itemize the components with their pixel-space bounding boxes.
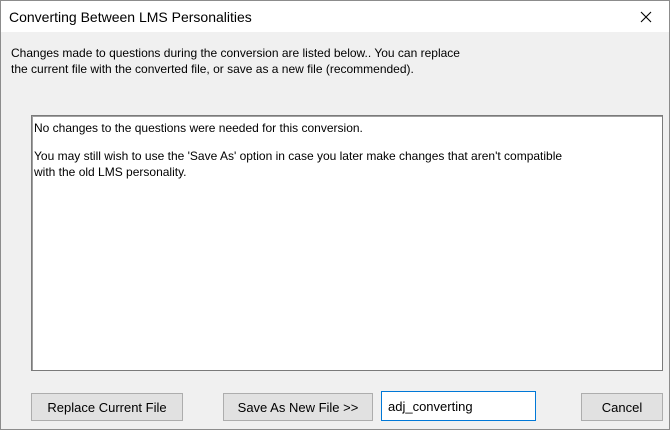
cancel-button[interactable]: Cancel [581, 393, 663, 421]
changes-message-line: No changes to the questions were needed … [34, 121, 363, 135]
dialog-title: Converting Between LMS Personalities [9, 9, 252, 25]
close-button[interactable] [623, 1, 669, 32]
instructions-line: Changes made to questions during the con… [11, 46, 460, 60]
save-as-new-file-button[interactable]: Save As New File >> [223, 393, 373, 421]
instructions-line: the current file with the converted file… [11, 62, 414, 76]
save-as-advice: You may still wish to use the 'Save As' … [34, 148, 660, 180]
replace-current-file-button[interactable]: Replace Current File [31, 393, 183, 421]
changes-message: No changes to the questions were needed … [34, 120, 660, 136]
instructions-text: Changes made to questions during the con… [11, 45, 631, 77]
new-filename-input[interactable] [381, 391, 536, 421]
save-as-advice-line: You may still wish to use the 'Save As' … [34, 149, 563, 163]
close-icon [640, 11, 652, 22]
title-bar: Converting Between LMS Personalities [1, 1, 669, 32]
save-as-advice-line: with the old LMS personality. [34, 165, 187, 179]
changes-list[interactable]: No changes to the questions were needed … [31, 115, 663, 371]
conversion-dialog: Converting Between LMS Personalities Cha… [0, 0, 670, 430]
